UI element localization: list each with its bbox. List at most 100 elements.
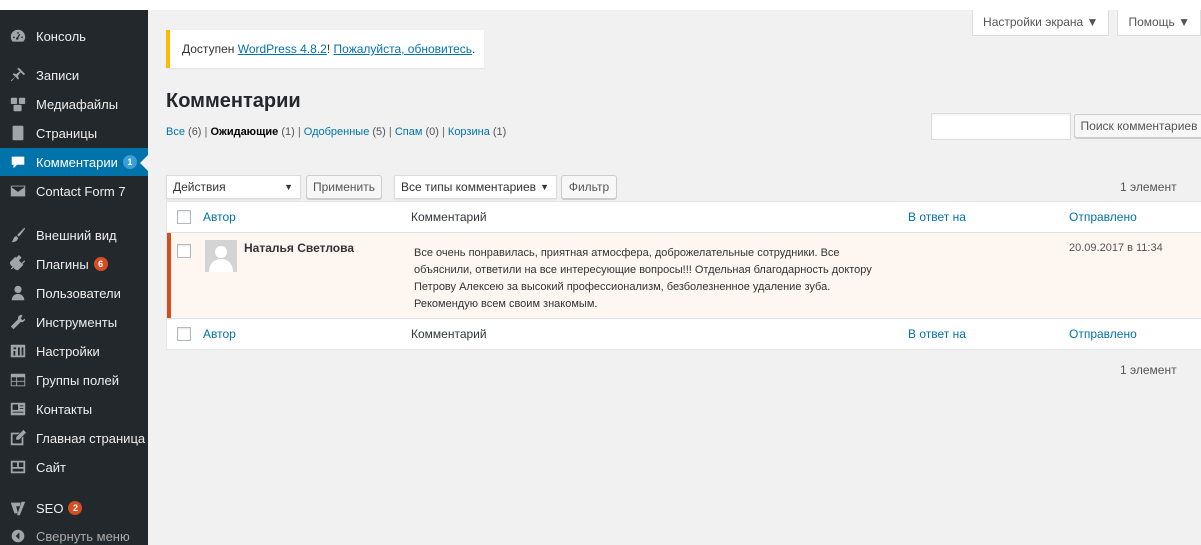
- column-author-footer[interactable]: Автор: [203, 327, 236, 341]
- sidebar-item-seo[interactable]: SEO 2: [0, 494, 148, 522]
- column-submitted-header[interactable]: Отправлено: [1069, 210, 1137, 224]
- items-count-bottom: 1 элемент: [1120, 363, 1177, 377]
- filter-all-label: Все: [166, 126, 185, 138]
- chevron-down-icon: ▼: [284, 182, 293, 192]
- sidebar-item-pages[interactable]: Страницы: [0, 119, 148, 147]
- sidebar-item-settings[interactable]: Настройки: [0, 337, 148, 365]
- avatar: [205, 240, 237, 272]
- plugins-update-badge: 6: [93, 257, 108, 271]
- seo-icon: [0, 499, 36, 517]
- filter-pending-link[interactable]: Ожидающие: [210, 126, 278, 138]
- filter-pending-count: (1): [281, 126, 295, 138]
- search-input[interactable]: [931, 113, 1071, 140]
- row-checkbox[interactable]: [177, 244, 191, 258]
- notice-middle: !: [326, 42, 334, 56]
- bulk-actions-value: Действия: [173, 180, 226, 194]
- sidebar-item-comments[interactable]: Комментарии 1: [0, 148, 148, 176]
- sidebar-item-dashboard[interactable]: Консоль: [0, 22, 148, 50]
- brush-icon: [0, 226, 36, 244]
- filter-separator: |: [438, 126, 448, 138]
- sidebar-item-label: Контакты: [36, 401, 93, 417]
- screen-options-button[interactable]: Настройки экрана ▼: [972, 10, 1110, 36]
- sidebar-item-label: Главная страница: [36, 430, 146, 446]
- sidebar-item-label: Группы полей: [36, 372, 119, 388]
- filter-spam-label: Спам: [394, 126, 423, 138]
- column-comment-header: Комментарий: [411, 210, 487, 224]
- column-author-header[interactable]: Автор: [203, 210, 236, 224]
- wrench-icon: [0, 313, 36, 331]
- bulk-actions-select[interactable]: Действия ▼: [166, 175, 301, 199]
- sidebar-item-users[interactable]: Пользователи: [0, 279, 148, 307]
- filter-all-count: (6): [188, 126, 202, 138]
- sidebar-item-posts[interactable]: Записи: [0, 61, 148, 89]
- sidebar-item-field-groups[interactable]: Группы полей: [0, 366, 148, 394]
- sidebar-item-plugins[interactable]: Плагины 6: [0, 250, 148, 278]
- sidebar-item-label: Плагины: [36, 256, 89, 272]
- dashboard-icon: [0, 27, 36, 45]
- sidebar-item-label: Настройки: [36, 343, 100, 359]
- comment-status-filters: Все (6) | Ожидающие (1) | Одобренные (5)…: [166, 126, 506, 138]
- table-header: Автор Комментарий В ответ на Отправлено: [167, 202, 1201, 233]
- filter-pending-label: Ожидающие: [210, 126, 279, 138]
- filter-approved-link[interactable]: Одобренные (5): [304, 126, 386, 138]
- filter-approved-label: Одобренные: [303, 126, 370, 138]
- sidebar-item-site[interactable]: Сайт: [0, 453, 148, 481]
- mail-icon: [0, 182, 36, 200]
- sidebar-item-contacts[interactable]: Контакты: [0, 395, 148, 423]
- column-in-reply-to-header[interactable]: В ответ на: [908, 210, 966, 224]
- column-in-reply-to-footer[interactable]: В ответ на: [908, 327, 966, 341]
- comment-date[interactable]: 20.09.2017 в 11:34: [1069, 242, 1163, 254]
- seo-notice-badge: 2: [68, 501, 83, 515]
- sidebar-item-media[interactable]: Медиафайлы: [0, 90, 148, 118]
- column-submitted-footer[interactable]: Отправлено: [1069, 327, 1137, 341]
- sidebar-item-label: Страницы: [36, 125, 98, 141]
- sidebar-item-label: Комментарии: [36, 154, 118, 170]
- sidebar-item-label: SEO: [36, 500, 64, 516]
- filter-spam-link[interactable]: Спам (0): [395, 126, 439, 138]
- admin-sidebar: Консоль Записи Медиафайлы Страницы Комме…: [0, 10, 148, 545]
- sidebar-item-label: Пользователи: [36, 285, 121, 301]
- settings-icon: [0, 342, 36, 360]
- filter-all-link[interactable]: Все (6): [166, 126, 201, 138]
- collapse-menu-label: Свернуть меню: [36, 528, 130, 544]
- chevron-down-icon: ▼: [540, 182, 549, 192]
- sidebar-item-home-page[interactable]: Главная страница: [0, 424, 148, 452]
- sidebar-item-label: Записи: [36, 67, 80, 83]
- filter-separator: |: [385, 126, 395, 138]
- sidebar-item-label: Contact Form 7: [36, 183, 126, 199]
- search-comments-button[interactable]: Поиск комментариев: [1074, 114, 1201, 138]
- select-all-checkbox[interactable]: [177, 210, 191, 224]
- plugin-icon: [0, 255, 36, 273]
- update-now-link[interactable]: Пожалуйста, обновитесь: [334, 42, 473, 56]
- wordpress-version-link[interactable]: WordPress 4.8.2: [238, 42, 327, 56]
- comment-text: Все очень понравилась, приятная атмосфер…: [414, 247, 872, 310]
- comment-author[interactable]: Наталья Светлова: [244, 241, 354, 255]
- filter-trash-count: (1): [492, 126, 507, 138]
- collapse-menu-button[interactable]: Свернуть меню: [0, 522, 148, 545]
- filter-approved-count: (5): [372, 126, 386, 138]
- pin-icon: [0, 66, 36, 84]
- items-count-top: 1 элемент: [1120, 180, 1177, 194]
- table-footer: Автор Комментарий В ответ на Отправлено: [167, 318, 1201, 349]
- admin-top-bar: [0, 0, 1201, 10]
- screen-meta-links: Настройки экрана ▼ Помощь ▼: [964, 10, 1201, 36]
- filter-trash-link[interactable]: Корзина (1): [448, 126, 506, 138]
- sidebar-item-label: Медиафайлы: [36, 96, 119, 112]
- filter-spam-count: (0): [425, 126, 439, 138]
- sidebar-item-appearance[interactable]: Внешний вид: [0, 221, 148, 249]
- comment-icon: [0, 153, 36, 171]
- help-button[interactable]: Помощь ▼: [1117, 10, 1201, 36]
- sidebar-item-contact-form[interactable]: Contact Form 7: [0, 177, 148, 205]
- update-notice: Доступен WordPress 4.8.2! Пожалуйста, об…: [166, 30, 484, 68]
- notice-prefix: Доступен: [182, 42, 238, 56]
- filter-button[interactable]: Фильтр: [561, 175, 617, 199]
- comment-type-select[interactable]: Все типы комментариев ▼: [394, 175, 557, 199]
- sidebar-item-label: Инструменты: [36, 314, 118, 330]
- collapse-arrow-icon: [0, 527, 36, 545]
- filter-trash-label: Корзина: [447, 126, 490, 138]
- select-all-checkbox-footer[interactable]: [177, 327, 191, 341]
- sidebar-item-label: Консоль: [36, 28, 86, 44]
- sidebar-item-tools[interactable]: Инструменты: [0, 308, 148, 336]
- comments-count-badge: 1: [122, 155, 137, 169]
- apply-button[interactable]: Применить: [306, 175, 382, 199]
